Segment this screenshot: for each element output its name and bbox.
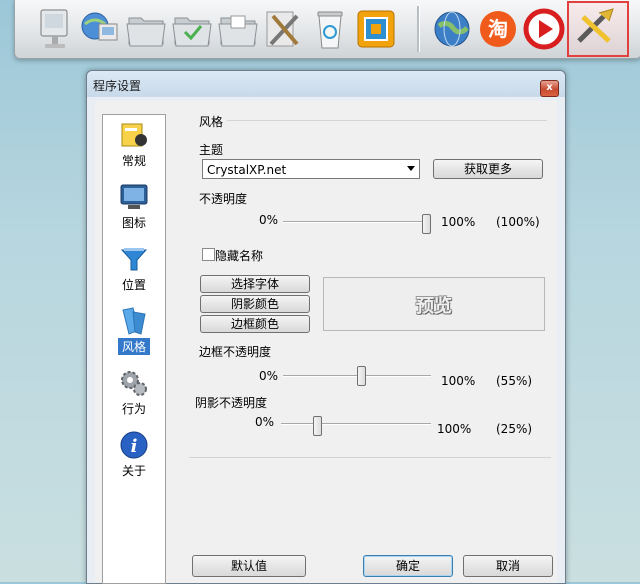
settings-tools-icon[interactable] [567,1,629,57]
shadow-opacity-slider-track[interactable] [281,423,431,425]
theme-select[interactable]: CrystalXP.net [202,159,420,179]
folder-icon[interactable] [125,6,167,52]
sidebar-item-label: 关于 [121,464,146,478]
cancel-button[interactable]: 取消 [463,555,553,577]
svg-text:淘: 淘 [488,17,508,41]
group-title: 风格 [199,115,224,129]
sidebar-item-about[interactable]: i 关于 [103,428,165,488]
sidebar-item-behavior[interactable]: 行为 [103,366,165,426]
globe-icon[interactable] [431,6,473,52]
sidebar-item-position[interactable]: 位置 [103,242,165,302]
border-opacity-max-label: 100% [441,374,476,388]
default-button[interactable]: 默认值 [192,555,306,577]
preview-box: 预览 [323,277,545,331]
sidebar-item-label: 图标 [121,216,146,230]
window-icon[interactable] [355,6,397,52]
opacity-max-label: 100% [441,215,476,229]
tools-icon[interactable] [263,6,305,52]
border-color-button[interactable]: 边框颜色 [200,315,310,333]
close-button[interactable]: x [540,80,559,97]
opacity-value: (100%) [496,215,540,229]
sidebar-item-label: 位置 [121,278,146,292]
window-title: 程序设置 [93,79,142,93]
network-icon[interactable] [79,6,121,52]
group-bottom-divider [189,457,551,458]
folder-icon[interactable] [217,6,259,52]
border-opacity-slider-thumb[interactable] [357,366,367,386]
preview-text: 预览 [416,296,452,317]
shadow-opacity-min-label: 0% [255,415,275,429]
sidebar-item-label: 风格 [118,338,150,355]
sidebar-item-label: 常规 [121,154,146,168]
taobao-icon[interactable]: 淘 [477,6,519,52]
folder-icon[interactable] [171,6,213,52]
border-opacity-label: 边框不透明度 [199,345,272,359]
category-sidebar: 常规 图标 位置 风格 行为 i 关于 [102,114,166,584]
get-more-button[interactable]: 获取更多 [433,159,543,179]
hide-name-checkbox[interactable] [202,248,215,261]
dock-bar: 淘 [14,0,640,59]
shadow-opacity-label: 阴影不透明度 [195,396,268,410]
shadow-opacity-value: (25%) [496,422,533,436]
settings-window: 程序设置 x 常规 图标 位置 风格 行为 i 关于 风格 主题 Crystal… [86,70,566,584]
opacity-slider-track[interactable] [283,221,431,223]
opacity-min-label: 0% [259,213,279,227]
shadow-opacity-slider-thumb[interactable] [312,416,322,436]
hide-name-label: 隐藏名称 [215,249,264,263]
opacity-slider-thumb[interactable] [422,214,431,234]
shadow-opacity-max-label: 100% [437,422,472,436]
theme-label: 主题 [199,143,224,157]
recycle-bin-icon[interactable] [309,6,351,52]
position-icon [119,244,149,274]
general-icon [119,120,149,150]
chevron-down-icon [407,166,415,171]
opacity-label: 不透明度 [199,192,248,206]
sidebar-item-style[interactable]: 风格 [103,304,165,364]
border-opacity-value: (55%) [496,374,533,388]
group-divider [227,120,547,121]
sidebar-item-general[interactable]: 常规 [103,118,165,178]
media-player-icon[interactable] [523,6,565,52]
info-icon: i [119,430,149,460]
window-client-area: 常规 图标 位置 风格 行为 i 关于 风格 主题 CrystalXP.net … [95,101,557,584]
sidebar-item-label: 行为 [121,402,146,416]
sidebar-item-icons[interactable]: 图标 [103,180,165,240]
theme-select-value: CrystalXP.net [207,163,287,177]
shadow-color-button[interactable]: 阴影颜色 [200,295,310,313]
select-font-button[interactable]: 选择字体 [200,275,310,293]
gears-icon [119,368,149,398]
title-bar[interactable]: 程序设置 x [87,71,565,97]
monitor-icon [119,182,149,212]
ok-button[interactable]: 确定 [363,555,453,577]
computer-icon[interactable] [35,6,77,52]
border-opacity-min-label: 0% [259,369,279,383]
svg-text:i: i [131,436,138,457]
style-icon [119,306,149,336]
